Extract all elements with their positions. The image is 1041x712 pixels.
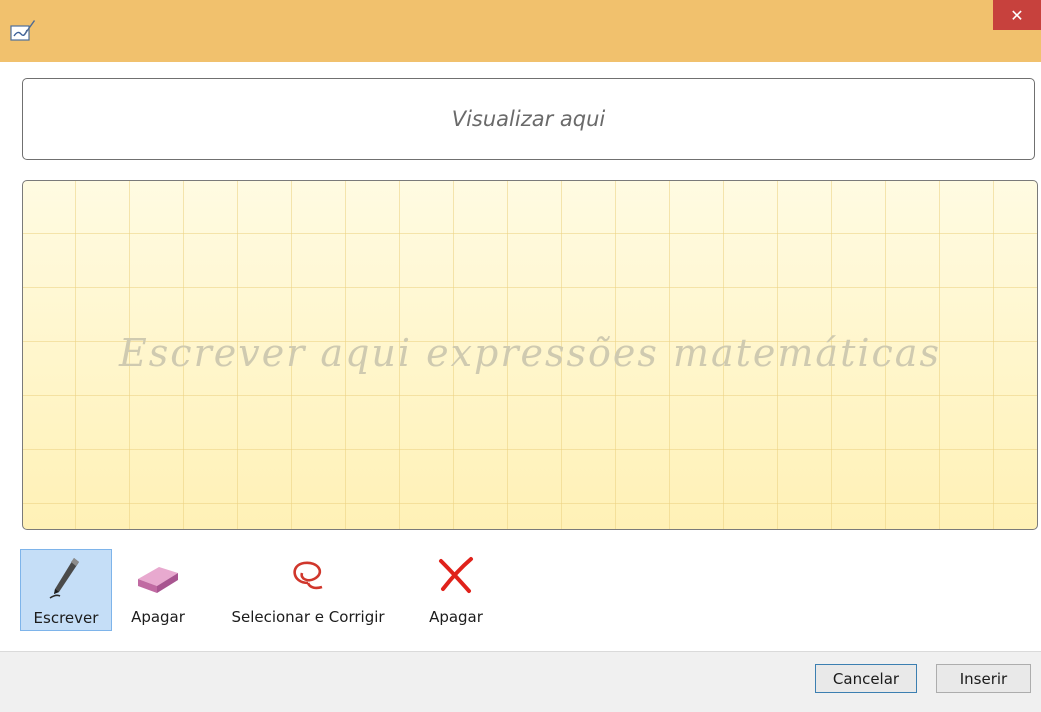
clear-tool-label: Apagar [429, 608, 483, 626]
eraser-icon [138, 567, 178, 593]
cancel-button[interactable]: Cancelar [815, 664, 917, 693]
math-input-area[interactable]: Escrever aqui expressões matemáticas [22, 180, 1038, 530]
pen-tablet-icon [10, 20, 35, 41]
title-bar: ✕ [0, 0, 1041, 62]
select-correct-tool-label: Selecionar e Corrigir [231, 608, 385, 626]
close-button[interactable]: ✕ [993, 0, 1041, 30]
clear-tool[interactable]: Apagar [418, 549, 494, 626]
select-correct-tool[interactable]: Selecionar e Corrigir [210, 549, 406, 626]
erase-tool[interactable]: Apagar [122, 549, 194, 626]
write-tool-label: Escrever [33, 609, 99, 627]
preview-box: Visualizar aqui [22, 78, 1035, 160]
insert-button[interactable]: Inserir [936, 664, 1031, 693]
write-tool[interactable]: Escrever [20, 549, 112, 631]
erase-tool-label: Apagar [131, 608, 185, 626]
pen-icon [49, 558, 79, 599]
clear-x-icon [439, 557, 473, 593]
ink-area-placeholder: Escrever aqui expressões matemáticas [119, 331, 941, 375]
lasso-icon [293, 561, 323, 590]
preview-placeholder: Visualizar aqui [451, 107, 606, 131]
